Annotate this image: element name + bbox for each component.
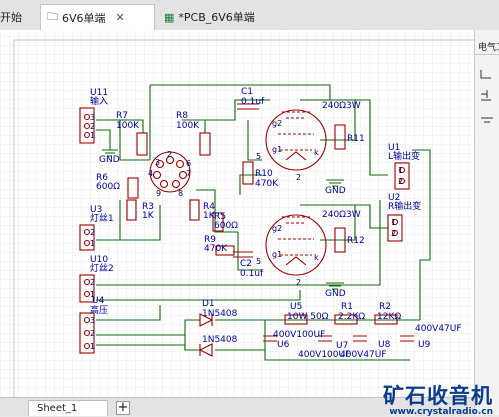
- svg-text:400V47UF: 400V47UF: [415, 324, 462, 334]
- svg-text:R2: R2: [379, 302, 391, 312]
- svg-text:2: 2: [90, 228, 95, 237]
- svg-text:灯丝2: 灯丝2: [90, 262, 114, 274]
- netport-tool-icon[interactable]: [481, 90, 491, 101]
- svg-text:U8: U8: [378, 340, 391, 350]
- svg-text:k: k: [314, 148, 319, 157]
- svg-text:R1: R1: [341, 302, 353, 312]
- svg-text:2.2KΩ: 2.2KΩ: [338, 312, 365, 322]
- svg-text:6: 6: [186, 159, 191, 168]
- svg-text:U5: U5: [290, 302, 302, 312]
- svg-text:2: 2: [398, 177, 403, 186]
- svg-text:输入: 输入: [90, 95, 108, 107]
- svg-text:9: 9: [156, 189, 161, 198]
- tab-bar: 开始 🗀 6V6单端 ✕ ▦ *PCB_6V6单端: [0, 0, 499, 31]
- svg-text:R8: R8: [176, 111, 188, 121]
- svg-text:灯丝1: 灯丝1: [90, 212, 114, 224]
- svg-text:g2: g2: [272, 119, 282, 128]
- sheet-tab[interactable]: Sheet_1: [28, 400, 108, 416]
- svg-text:1N5408: 1N5408: [202, 335, 238, 345]
- tab-schematic[interactable]: 🗀 6V6单端 ✕: [40, 4, 155, 30]
- svg-text:R输出变: R输出变: [388, 200, 421, 212]
- svg-text:240Ω3W: 240Ω3W: [322, 210, 361, 220]
- svg-text:R12: R12: [347, 236, 365, 246]
- svg-text:GND: GND: [325, 186, 346, 196]
- svg-text:2: 2: [391, 229, 396, 238]
- svg-text:5: 5: [256, 257, 261, 266]
- svg-text:D1: D1: [202, 299, 215, 309]
- svg-text:k: k: [314, 253, 319, 262]
- svg-text:GND: GND: [99, 155, 120, 165]
- wire-tool-icon[interactable]: [480, 70, 491, 79]
- svg-text:1: 1: [398, 166, 403, 175]
- svg-text:2: 2: [296, 278, 301, 287]
- svg-text:2: 2: [167, 150, 172, 159]
- panel-tools: [480, 70, 493, 123]
- svg-text:0.1uf: 0.1uf: [241, 97, 265, 107]
- svg-text:U6: U6: [277, 340, 290, 350]
- svg-text:1: 1: [90, 290, 95, 299]
- svg-text:R7: R7: [116, 111, 128, 121]
- svg-text:100K: 100K: [176, 121, 200, 131]
- svg-text:1: 1: [391, 218, 396, 227]
- svg-text:600Ω: 600Ω: [96, 182, 120, 192]
- svg-text:2: 2: [90, 278, 95, 287]
- svg-text:4: 4: [148, 169, 153, 178]
- svg-text:3: 3: [90, 316, 95, 325]
- svg-text:R11: R11: [347, 134, 365, 144]
- svg-text:2: 2: [90, 329, 95, 338]
- svg-text:g2: g2: [272, 224, 282, 233]
- svg-text:3: 3: [155, 158, 160, 167]
- add-sheet-button[interactable]: +: [116, 401, 130, 415]
- svg-text:R10: R10: [255, 169, 273, 179]
- svg-text:240Ω3W: 240Ω3W: [322, 101, 361, 111]
- svg-text:10W 50Ω: 10W 50Ω: [287, 312, 329, 322]
- schematic-drawing: U11 输入 R7 100K R8 100K C1 0.1uf 240Ω3W R…: [0, 30, 474, 397]
- svg-text:1: 1: [90, 342, 95, 351]
- svg-text:1: 1: [90, 239, 95, 248]
- pcb-icon: ▦: [164, 10, 175, 24]
- svg-text:g1: g1: [272, 145, 282, 154]
- svg-text:C1: C1: [241, 87, 253, 97]
- svg-text:0.1uf: 0.1uf: [240, 269, 264, 279]
- svg-text:3: 3: [90, 113, 95, 122]
- svg-text:400V100UF: 400V100UF: [273, 330, 325, 340]
- svg-text:C2: C2: [240, 259, 252, 269]
- watermark-logo: 矿石收音机: [383, 384, 493, 408]
- svg-text:U9: U9: [418, 340, 431, 350]
- svg-text:7: 7: [186, 169, 191, 178]
- svg-text:L输出变: L输出变: [388, 150, 420, 162]
- svg-text:8: 8: [178, 189, 183, 198]
- right-panel: 电气工: [474, 30, 499, 415]
- svg-text:100K: 100K: [116, 121, 140, 131]
- tab-start[interactable]: 开始: [0, 4, 32, 30]
- svg-text:1N5408: 1N5408: [202, 309, 238, 319]
- power-tool-icon[interactable]: [481, 117, 493, 123]
- svg-text:1: 1: [90, 131, 95, 140]
- svg-text:2: 2: [296, 173, 301, 182]
- svg-text:GND: GND: [325, 289, 346, 299]
- svg-text:400V47UF: 400V47UF: [340, 350, 387, 360]
- watermark-url: www.crystalradio.cn: [389, 407, 493, 417]
- svg-text:5: 5: [256, 152, 261, 161]
- watermark: 矿石收音机 www.crystalradio.cn: [383, 385, 493, 417]
- folder-icon: 🗀: [47, 10, 58, 23]
- svg-text:470K: 470K: [204, 244, 228, 254]
- svg-text:g1: g1: [272, 250, 282, 259]
- svg-text:2: 2: [90, 122, 95, 131]
- svg-text:1K: 1K: [142, 211, 155, 221]
- panel-title[interactable]: 电气工: [478, 40, 499, 53]
- schematic-canvas[interactable]: U11 输入 R7 100K R8 100K C1 0.1uf 240Ω3W R…: [0, 30, 474, 397]
- svg-text:470K: 470K: [255, 179, 279, 189]
- svg-text:12KΩ: 12KΩ: [377, 312, 401, 322]
- close-icon[interactable]: ✕: [116, 11, 125, 24]
- tab-pcb[interactable]: ▦ *PCB_6V6单端: [158, 4, 278, 30]
- svg-text:600Ω: 600Ω: [214, 221, 238, 231]
